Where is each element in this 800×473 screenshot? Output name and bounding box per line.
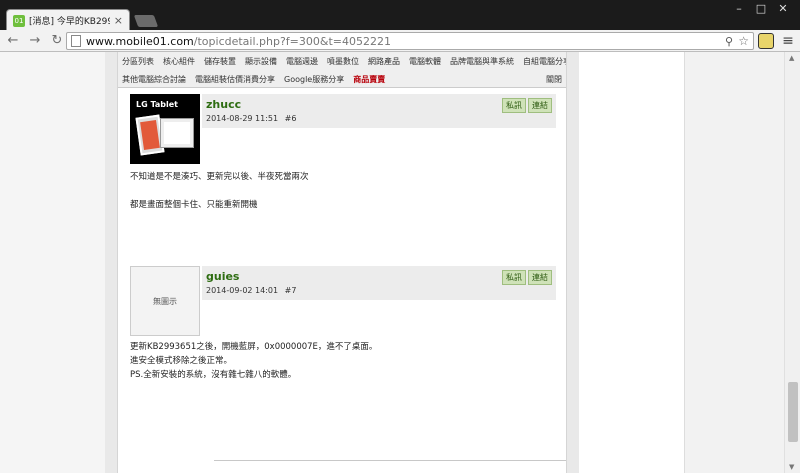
private-message-button[interactable]: 私訊: [502, 98, 526, 113]
category-link[interactable]: 自組電腦分享: [523, 56, 566, 67]
post-text-line: PS.全新安裝的系統，沒有雜七雜八的軟體。: [130, 370, 297, 380]
category-link[interactable]: Google服務分享: [284, 74, 344, 85]
category-row-1: 分區列表 核心組件 儲存裝置 顯示設備 電腦週邊 噴墨數位 網路產品 電腦軟體 …: [122, 56, 566, 67]
category-link[interactable]: 電腦組裝估價消費分享: [195, 74, 275, 85]
post-actions: 私訊 連結: [502, 270, 552, 285]
right-rail: [684, 52, 784, 473]
maximize-icon[interactable]: □: [750, 2, 772, 16]
right-gutter: [567, 52, 579, 473]
minimize-icon[interactable]: –: [728, 2, 750, 16]
post-floor[interactable]: #6: [285, 114, 297, 123]
close-nav-link[interactable]: 關閉: [546, 74, 562, 85]
category-link[interactable]: 顯示設備: [245, 56, 277, 67]
post-7: 無圖示 guies 2014-09-02 14:01 #7 私訊 連結 更新KB…: [130, 266, 556, 396]
category-link[interactable]: 品牌電腦與準系統: [450, 56, 514, 67]
link-button[interactable]: 連結: [528, 270, 552, 285]
username[interactable]: zhucc: [206, 98, 241, 111]
post-body: 不知道是不是湊巧、更新完以後、半夜死當兩次 都是畫面整個卡住、只能重新開機: [130, 170, 556, 212]
post-header: zhucc 2014-08-29 11:51 #6 私訊 連結: [202, 94, 556, 128]
page-scrollbar[interactable]: ▲ ▼: [784, 52, 800, 473]
avatar-brand-label: LG Tablet: [136, 100, 178, 109]
category-link[interactable]: 網路產品: [368, 56, 400, 67]
category-nav: 分區列表 核心組件 儲存裝置 顯示設備 電腦週邊 噴墨數位 網路產品 電腦軟體 …: [118, 52, 566, 88]
post-text-line: 進安全模式移除之後正常。: [130, 356, 233, 366]
category-link[interactable]: 電腦週邊: [286, 56, 318, 67]
tab-close-icon[interactable]: ×: [114, 14, 123, 27]
window-controls: – □ ✕: [728, 2, 794, 16]
post-header: guies 2014-09-02 14:01 #7 私訊 連結: [202, 266, 556, 300]
post-text-line: 都是畫面整個卡住、只能重新開機: [130, 200, 258, 210]
tablet-image-icon: [160, 118, 194, 148]
url-host: www.mobile01.com: [86, 34, 194, 48]
avatar[interactable]: 無圖示: [130, 266, 200, 336]
scroll-up-icon[interactable]: ▲: [789, 54, 794, 62]
link-button[interactable]: 連結: [528, 98, 552, 113]
extension-icon[interactable]: [758, 33, 774, 49]
tab-strip: 01 [消息] 今早的KB2993651 × – □ ✕: [0, 0, 800, 31]
left-gutter: [105, 52, 117, 473]
topic-content: 分區列表 核心組件 儲存裝置 顯示設備 電腦週邊 噴墨數位 網路產品 電腦軟體 …: [117, 52, 567, 473]
tab-title: [消息] 今早的KB2993651: [29, 17, 110, 27]
category-link[interactable]: 其他電腦綜合討論: [122, 74, 186, 85]
post-actions: 私訊 連結: [502, 98, 552, 113]
username[interactable]: guies: [206, 270, 239, 283]
post-body: 更新KB2993651之後，開機藍屏，0x0000007E，進不了桌面。 進安全…: [130, 340, 556, 382]
chrome-menu-icon[interactable]: ≡: [780, 33, 796, 49]
bookmark-star-icon[interactable]: ☆: [738, 34, 749, 48]
back-arrow-icon[interactable]: ←: [4, 32, 22, 50]
category-link[interactable]: 噴墨數位: [327, 56, 359, 67]
category-link[interactable]: 儲存裝置: [204, 56, 236, 67]
post-text-line: 不知道是不是湊巧、更新完以後、半夜死當兩次: [130, 172, 309, 182]
avatar-placeholder: 無圖示: [153, 296, 177, 306]
category-link[interactable]: 分區列表: [122, 56, 154, 67]
divider: [214, 460, 566, 461]
post-6: LG Tablet zhucc 2014-08-29 11:51 #6 私訊 連…: [130, 94, 556, 224]
page-icon: [71, 35, 81, 47]
post-datetime: 2014-08-29 11:51: [206, 114, 279, 123]
browser-toolbar: ← → ↻ www.mobile01.com /topicdetail.php?…: [0, 30, 800, 52]
post-text-line: 更新KB2993651之後，開機藍屏，0x0000007E，進不了桌面。: [130, 342, 378, 352]
post-floor[interactable]: #7: [285, 286, 297, 295]
avatar[interactable]: LG Tablet: [130, 94, 200, 164]
search-icon[interactable]: ⚲: [725, 35, 733, 48]
scroll-thumb[interactable]: [788, 382, 798, 442]
post-datetime: 2014-09-02 14:01: [206, 286, 279, 295]
reload-icon[interactable]: ↻: [48, 32, 66, 50]
page-viewport: 分區列表 核心組件 儲存裝置 顯示設備 電腦週邊 噴墨數位 網路產品 電腦軟體 …: [0, 52, 800, 473]
category-row-2: 其他電腦綜合討論 電腦組裝估價消費分享 Google服務分享 商品賣賣: [122, 74, 385, 85]
address-bar[interactable]: www.mobile01.com /topicdetail.php?f=300&…: [66, 32, 754, 50]
category-link[interactable]: 核心組件: [163, 56, 195, 67]
close-window-icon[interactable]: ✕: [772, 2, 794, 16]
new-tab-button[interactable]: [133, 15, 159, 27]
forward-arrow-icon[interactable]: →: [26, 32, 44, 50]
post-text-line: [130, 184, 556, 198]
post-meta: 2014-08-29 11:51 #6: [206, 114, 296, 123]
sidebar: [579, 52, 684, 473]
mobile01-favicon-icon: 01: [13, 14, 25, 27]
url-path: /topicdetail.php?f=300&t=4052221: [193, 34, 391, 48]
browser-tab[interactable]: 01 [消息] 今早的KB2993651 ×: [6, 9, 130, 31]
category-link[interactable]: 電腦軟體: [409, 56, 441, 67]
scroll-down-icon[interactable]: ▼: [789, 463, 794, 471]
private-message-button[interactable]: 私訊: [502, 270, 526, 285]
post-meta: 2014-09-02 14:01 #7: [206, 286, 296, 295]
category-link-hot[interactable]: 商品賣賣: [353, 74, 385, 85]
